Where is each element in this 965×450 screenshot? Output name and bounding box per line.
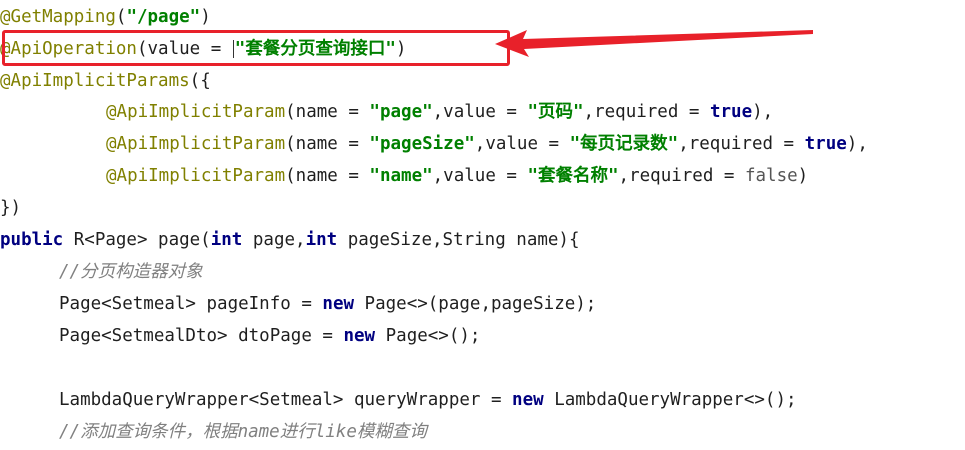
code-line-param-page: @ApiImplicitParam(name = "page",value = …	[106, 102, 774, 122]
annotation-getmapping: @GetMapping	[0, 7, 116, 27]
code-line-comment-pager: //分页构造器对象	[0, 257, 203, 287]
code-line-param-pagesize: @ApiImplicitParam(name = "pageSize",valu…	[106, 134, 868, 154]
code-line-close-params: })	[0, 198, 22, 218]
code-line-param-name: @ApiImplicitParam(name = "name",value = …	[106, 166, 809, 186]
code-line-method-signature: public R<Page> page(int page,int pageSiz…	[0, 230, 580, 250]
annotation-apiimplicitparams: @ApiImplicitParams	[0, 71, 190, 91]
code-comment: //添加查询条件，根据name进行like模糊查询	[59, 422, 427, 442]
annotation-apiimplicitparam: @ApiImplicitParam	[106, 134, 286, 154]
code-line-querywrapper: LambdaQueryWrapper<Setmeal> queryWrapper…	[59, 390, 797, 410]
code-comment: //分页构造器对象	[59, 262, 203, 282]
annotation-apiimplicitparam: @ApiImplicitParam	[106, 102, 286, 122]
annotation-apiimplicitparam: @ApiImplicitParam	[106, 166, 286, 186]
code-line-dtopage: Page<SetmealDto> dtoPage = new Page<>();	[59, 326, 481, 346]
string-literal: "/page"	[126, 7, 201, 27]
code-line-apiimplicitparams: @ApiImplicitParams({	[0, 71, 211, 91]
annotation-arrow-icon	[495, 30, 813, 57]
highlight-box	[2, 30, 510, 66]
code-editor[interactable]: @GetMapping("/page") @ApiOperation(value…	[0, 0, 965, 450]
code-line-getmapping: @GetMapping("/page")	[0, 7, 211, 27]
code-line-pageinfo: Page<Setmeal> pageInfo = new Page<>(page…	[59, 294, 597, 314]
code-line-comment-query: //添加查询条件，根据name进行like模糊查询	[0, 417, 427, 447]
